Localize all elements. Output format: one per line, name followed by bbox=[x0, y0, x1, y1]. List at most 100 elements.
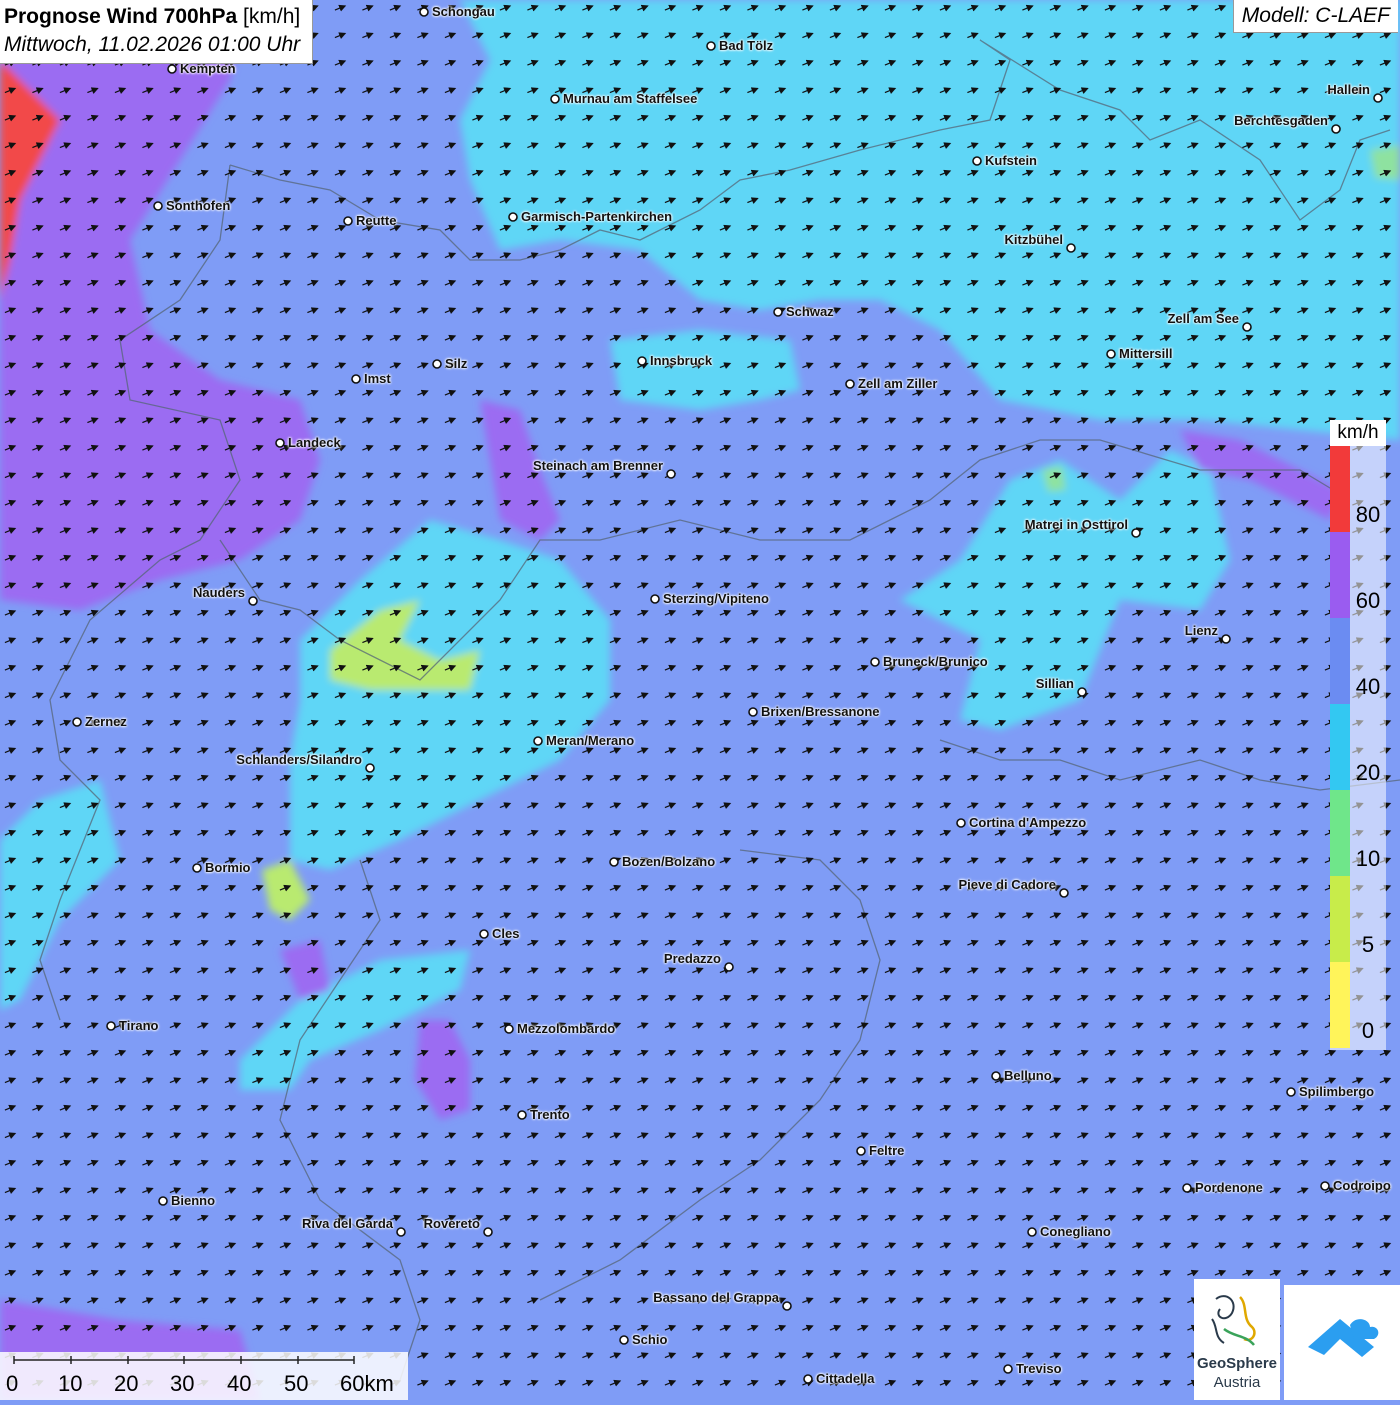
city-label: Innsbruck bbox=[650, 353, 713, 368]
city-marker-icon bbox=[782, 1301, 792, 1311]
city-label: Kufstein bbox=[985, 153, 1037, 168]
city-label: Kitzbühel bbox=[1004, 232, 1064, 247]
legend-label: 10 bbox=[1355, 846, 1381, 871]
legend-swatch bbox=[1330, 876, 1350, 962]
geosphere-name: GeoSphere bbox=[1196, 1355, 1278, 1372]
city-marker-icon bbox=[517, 1110, 527, 1120]
city-label: Sonthofen bbox=[166, 198, 231, 213]
city-label: Silz bbox=[445, 356, 468, 371]
scale-label: 40 bbox=[227, 1371, 252, 1396]
city-marker-icon bbox=[106, 1021, 116, 1031]
forecast-datetime: Mittwoch, 11.02.2026 01:00 Uhr bbox=[4, 33, 301, 56]
city-label: Imst bbox=[364, 371, 391, 386]
city-marker-icon bbox=[619, 1335, 629, 1345]
legend-swatch bbox=[1330, 618, 1350, 704]
scale-label: 30 bbox=[170, 1371, 195, 1396]
city-marker-icon bbox=[550, 94, 560, 104]
city-marker-icon bbox=[856, 1146, 866, 1156]
city-marker-icon bbox=[803, 1374, 813, 1384]
city-label: Rovereto bbox=[423, 1216, 480, 1231]
city-label: Murnau am Staffelsee bbox=[563, 91, 698, 106]
city-marker-icon bbox=[343, 216, 353, 226]
city-marker-icon bbox=[479, 929, 489, 939]
city-marker-icon bbox=[508, 212, 518, 222]
city-marker-icon bbox=[396, 1227, 406, 1237]
city-marker-icon bbox=[483, 1227, 493, 1237]
legend-swatch bbox=[1330, 532, 1350, 618]
city-label: Pieve di Cadore bbox=[958, 877, 1056, 892]
model-label: Modell: C-LAEF bbox=[1232, 0, 1398, 33]
scale-label: 20 bbox=[114, 1371, 139, 1396]
city-marker-icon bbox=[504, 1024, 514, 1034]
city-label: Schongau bbox=[432, 4, 495, 19]
city-marker-icon bbox=[666, 469, 676, 479]
legend-unit: km/h bbox=[1330, 420, 1386, 446]
city-label: Zernez bbox=[85, 714, 127, 729]
city-marker-icon bbox=[956, 818, 966, 828]
city-label: Cles bbox=[492, 926, 520, 941]
city-marker-icon bbox=[1106, 349, 1116, 359]
city-marker-icon bbox=[1286, 1087, 1296, 1097]
weather-app-logo bbox=[1284, 1285, 1400, 1400]
city-label: Mezzolombardo bbox=[517, 1021, 616, 1036]
city-label: Bruneck/Brunico bbox=[883, 654, 988, 669]
city-label: Conegliano bbox=[1040, 1224, 1111, 1239]
city-marker-icon bbox=[351, 374, 361, 384]
geosphere-country: Austria bbox=[1213, 1374, 1261, 1391]
legend-label: 60 bbox=[1355, 588, 1381, 613]
city-label: Mittersill bbox=[1119, 346, 1173, 361]
city-label: Bozen/Bolzano bbox=[622, 854, 716, 869]
city-label: Sillian bbox=[1035, 676, 1074, 691]
city-marker-icon bbox=[1221, 634, 1231, 644]
city-label: Kempten bbox=[180, 61, 236, 76]
city-marker-icon bbox=[533, 736, 543, 746]
city-marker-icon bbox=[167, 64, 177, 74]
map-title-unit: [km/h] bbox=[243, 5, 301, 28]
city-label: Treviso bbox=[1016, 1361, 1062, 1376]
city-marker-icon bbox=[192, 863, 202, 873]
city-label: Bienno bbox=[171, 1193, 216, 1208]
scale-label: 0 bbox=[6, 1371, 19, 1396]
city-marker-icon bbox=[1373, 93, 1383, 103]
city-label: Bassano del Grappa bbox=[653, 1290, 779, 1305]
city-label: Spilimbergo bbox=[1299, 1084, 1375, 1099]
city-marker-icon bbox=[72, 717, 82, 727]
city-label: Pordenone bbox=[1195, 1180, 1263, 1195]
map-title-box: Prognose Wind 700hPa [km/h] Mittwoch, 11… bbox=[0, 0, 314, 64]
scale-label: 50 bbox=[284, 1371, 309, 1396]
city-label: Bormio bbox=[205, 860, 251, 875]
city-label: Feltre bbox=[869, 1143, 905, 1158]
city-label: Berchtesgaden bbox=[1234, 113, 1328, 128]
legend-swatch bbox=[1330, 704, 1350, 790]
city-marker-icon bbox=[419, 7, 429, 17]
city-label: Predazzo bbox=[663, 951, 721, 966]
city-marker-icon bbox=[275, 438, 285, 448]
city-marker-icon bbox=[1320, 1181, 1330, 1191]
city-marker-icon bbox=[724, 962, 734, 972]
city-marker-icon bbox=[972, 156, 982, 166]
city-marker-icon bbox=[609, 857, 619, 867]
city-label: Lienz bbox=[1184, 623, 1218, 638]
legend-swatch bbox=[1330, 962, 1350, 1048]
city-label: Riva del Garda bbox=[301, 1216, 393, 1231]
city-label: Reutte bbox=[356, 213, 397, 228]
city-label: Tirano bbox=[119, 1018, 159, 1033]
city-marker-icon bbox=[158, 1196, 168, 1206]
city-label: Cortina d'Ampezzo bbox=[969, 815, 1087, 830]
legend-swatch bbox=[1330, 446, 1350, 532]
city-marker-icon bbox=[153, 201, 163, 211]
city-label: Hallein bbox=[1327, 82, 1370, 97]
legend-swatch bbox=[1330, 790, 1350, 876]
city-marker-icon bbox=[1331, 124, 1341, 134]
zone-10-20-ne bbox=[1370, 145, 1400, 180]
city-marker-icon bbox=[365, 763, 375, 773]
city-marker-icon bbox=[637, 356, 647, 366]
city-marker-icon bbox=[748, 707, 758, 717]
city-label: Schwaz bbox=[786, 304, 834, 319]
legend-label: 0 bbox=[1361, 1018, 1375, 1043]
city-marker-icon bbox=[650, 594, 660, 604]
city-label: Nauders bbox=[192, 585, 245, 600]
scale-label: 10 bbox=[58, 1371, 83, 1396]
city-label: Landeck bbox=[288, 435, 341, 450]
legend-label: 20 bbox=[1355, 760, 1381, 785]
